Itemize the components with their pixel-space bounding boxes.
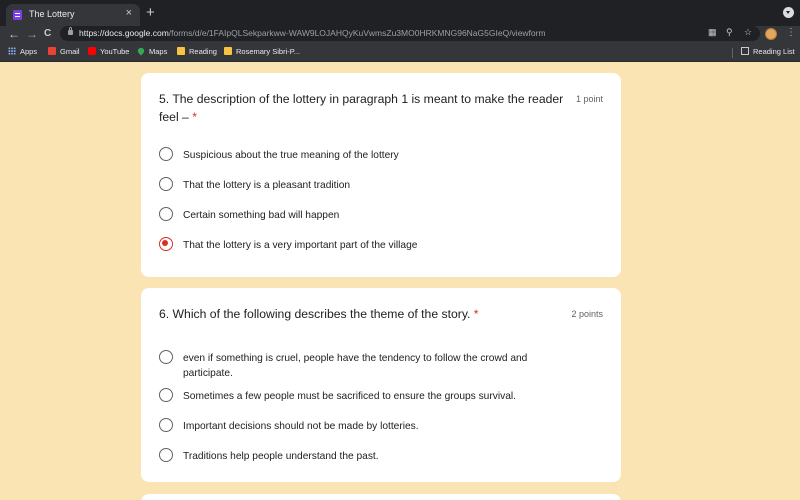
question-points: 1 point [575, 94, 603, 104]
radio-button[interactable] [159, 388, 173, 402]
reading-list-icon [741, 47, 749, 55]
folder-icon [224, 47, 232, 55]
avatar[interactable] [765, 28, 777, 40]
youtube-icon [88, 47, 96, 55]
new-tab-button[interactable]: + [146, 4, 155, 22]
bookmark-label: Reading [189, 47, 217, 56]
bookmark-reading[interactable]: Reading [177, 47, 217, 56]
question-card-5: 5. The description of the lottery in par… [141, 73, 621, 277]
option-label[interactable]: Important decisions should not be made b… [183, 419, 573, 434]
back-button[interactable]: ← [8, 27, 20, 41]
question-title: 6. Which of the following describes the … [159, 305, 569, 323]
tab-search-icon[interactable] [783, 7, 794, 18]
url-host: https://docs.google.com [79, 28, 169, 38]
reading-list-label: Reading List [753, 47, 795, 56]
required-asterisk: * [473, 307, 479, 321]
bookmark-gmail[interactable]: Gmail [48, 47, 80, 56]
folder-icon [177, 47, 185, 55]
question-text: 5. The description of the lottery in par… [159, 92, 564, 124]
radio-button[interactable] [159, 448, 173, 462]
bookmark-maps[interactable]: Maps [136, 46, 168, 56]
browser-tab-bar: The Lottery × + [0, 0, 800, 26]
browser-toolbar: ← → C https://docs.google.com/forms/d/e/… [0, 26, 800, 44]
bookmark-label: Gmail [60, 47, 80, 56]
bookmark-separator [732, 48, 733, 58]
zoom-icon[interactable]: ⚲ [726, 27, 733, 38]
lock-icon[interactable] [68, 27, 73, 35]
option-label[interactable]: Certain something bad will happen [183, 208, 573, 223]
option-label[interactable]: That the lottery is a pleasant tradition [183, 178, 573, 193]
radio-button[interactable] [159, 147, 173, 161]
bookmark-label: YouTube [100, 47, 130, 56]
radio-button-checked[interactable] [159, 237, 173, 251]
radio-button[interactable] [159, 350, 173, 364]
question-points: 2 points [571, 309, 603, 319]
maps-icon [136, 46, 146, 56]
bookmark-label: Rosemary Sibri-P... [236, 47, 301, 56]
option-label[interactable]: Suspicious about the true meaning of the… [183, 148, 573, 163]
url-path: /forms/d/e/1FAIpQLSekparkww-WAW9LOJAHQyK… [168, 28, 546, 38]
question-text: 6. Which of the following describes the … [159, 307, 471, 321]
question-title: 5. The description of the lottery in par… [159, 90, 569, 126]
apps-icon [8, 47, 16, 55]
browser-tab[interactable]: The Lottery × [6, 4, 140, 26]
bookmark-label: Maps [149, 47, 168, 56]
bookmark-rosemary[interactable]: Rosemary Sibri-P... [224, 47, 300, 56]
question-card-6: 6. Which of the following describes the … [141, 288, 621, 482]
url-text[interactable]: https://docs.google.com/forms/d/e/1FAIpQ… [79, 28, 546, 38]
option-label[interactable]: Sometimes a few people must be sacrifice… [183, 389, 573, 404]
question-card-next [141, 494, 621, 500]
option-label[interactable]: even if something is cruel, people have … [183, 351, 573, 381]
menu-icon[interactable]: ⋮ [786, 27, 796, 38]
bookmarks-bar: Apps Gmail YouTube Maps Reading Rosemary… [0, 44, 800, 62]
bookmark-apps[interactable]: Apps [8, 47, 37, 56]
forward-button[interactable]: → [26, 27, 38, 41]
gmail-icon [48, 47, 56, 55]
required-asterisk: * [192, 110, 197, 124]
star-icon[interactable]: ☆ [744, 27, 752, 38]
forms-favicon-icon [13, 10, 22, 20]
bookmark-label: Apps [20, 47, 38, 56]
option-label[interactable]: Traditions help people understand the pa… [183, 449, 573, 464]
reload-button[interactable]: C [44, 27, 51, 41]
radio-button[interactable] [159, 418, 173, 432]
close-tab-icon[interactable]: × [126, 7, 132, 19]
radio-button[interactable] [159, 177, 173, 191]
option-label[interactable]: That the lottery is a very important par… [183, 238, 573, 253]
qr-code-icon[interactable]: ▦ [708, 27, 717, 38]
tab-title: The Lottery [29, 9, 75, 19]
bookmark-youtube[interactable]: YouTube [88, 47, 129, 56]
address-bar[interactable]: https://docs.google.com/forms/d/e/1FAIpQ… [60, 26, 760, 41]
reading-list-button[interactable]: Reading List [741, 47, 795, 56]
radio-button[interactable] [159, 207, 173, 221]
